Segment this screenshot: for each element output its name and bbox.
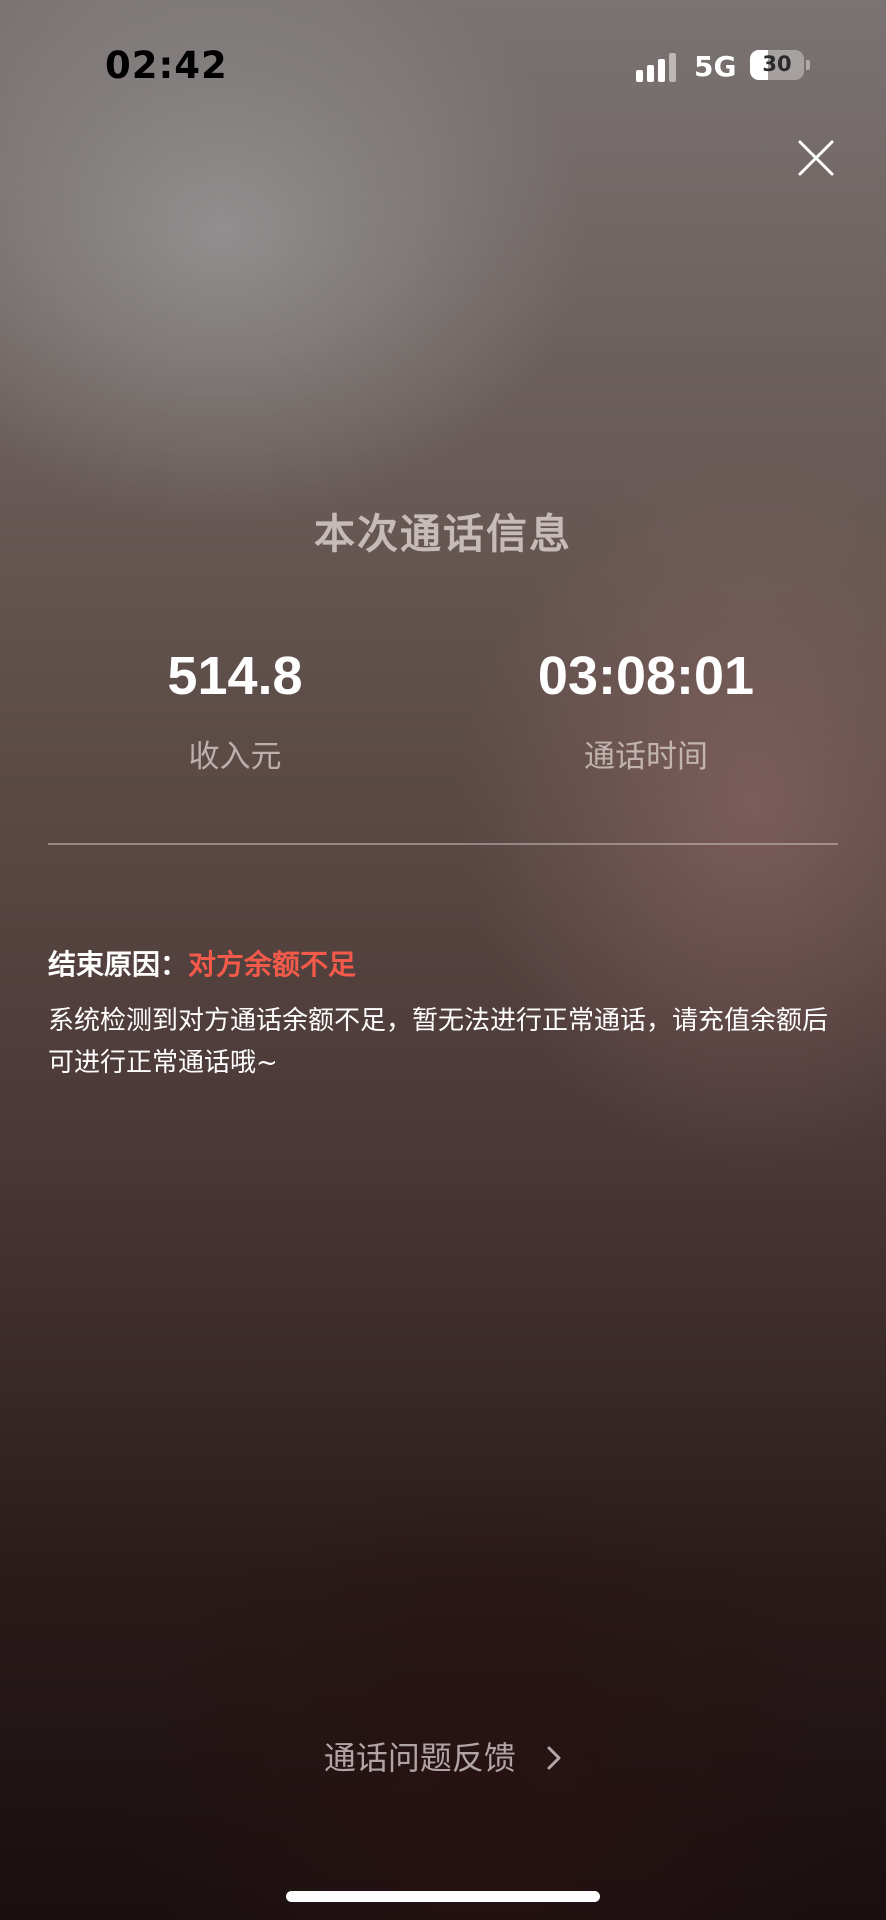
duration-label: 通话时间 (584, 739, 708, 775)
battery-percentage: 30 (762, 52, 792, 76)
signal-icon (636, 52, 680, 82)
network-type: 5G (694, 50, 737, 83)
battery-icon: 30 (750, 50, 804, 80)
battery-cap (806, 60, 810, 70)
call-feedback-link[interactable]: 通话问题反馈 (0, 1733, 886, 1779)
divider (48, 843, 838, 845)
end-reason-description: 系统检测到对方通话余额不足，暂无法进行正常通话，请充值余额后可进行正常通话哦~ (48, 1006, 829, 1078)
status-time: 02:42 (105, 44, 228, 87)
duration-stat: 03:08:01 通话时间 (496, 645, 796, 776)
duration-value: 03:08:01 (537, 646, 755, 706)
end-reason-label: 结束原因： (48, 948, 189, 981)
page-title: 本次通话信息 (314, 510, 572, 558)
close-icon[interactable] (792, 134, 840, 182)
end-reason-value: 对方余额不足 (188, 948, 357, 981)
home-indicator[interactable] (286, 1891, 600, 1902)
end-reason: 结束原因：对方余额不足 (48, 943, 356, 983)
income-value: 514.8 (167, 646, 303, 706)
income-stat: 514.8 收入元 (85, 645, 385, 776)
call-feedback-label: 通话问题反馈 (323, 1739, 516, 1777)
chevron-right-icon (547, 1746, 561, 1770)
income-label: 收入元 (188, 739, 282, 775)
status-bar: 02:42 5G 30 (0, 0, 886, 130)
